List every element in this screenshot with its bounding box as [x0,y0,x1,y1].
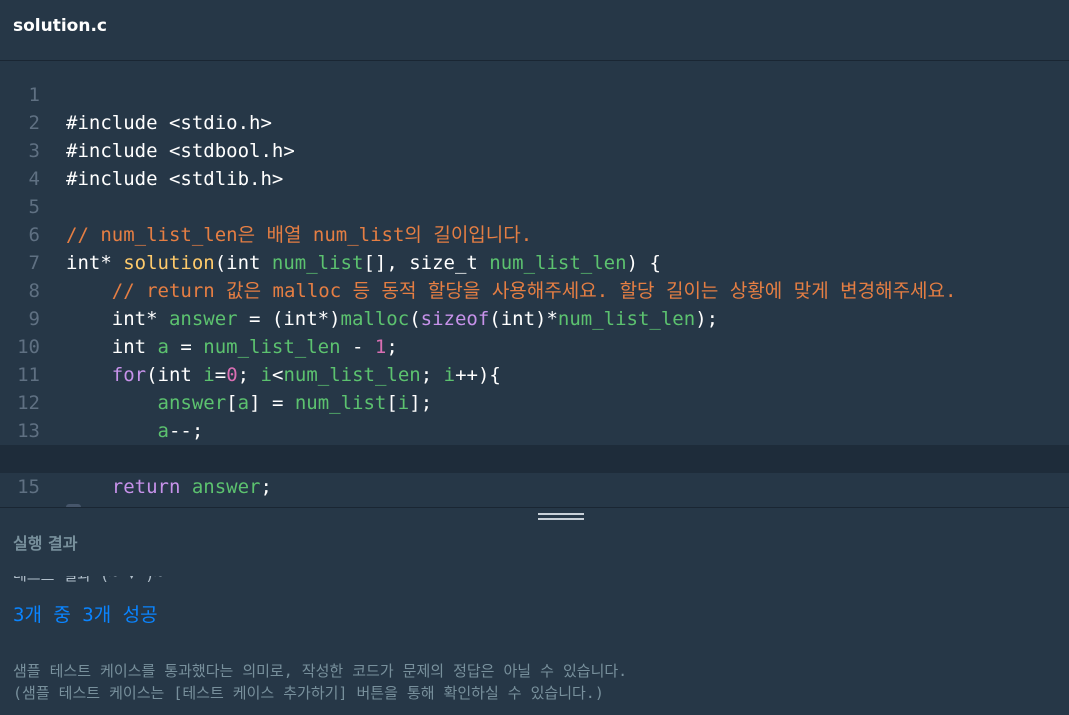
code-line[interactable]: 7 // return 값은 malloc 등 동적 할당을 사용해주세요. 할… [0,221,1069,302]
code-line[interactable]: 5 // num_list_len은 배열 num_list의 길이입니다. [0,165,1069,246]
code-lines[interactable]: 1 #include <stdio.h> 2 #include <stdbool… [0,69,1069,507]
editor-header: solution.c [0,0,1069,61]
results-title: 실행 결과 [13,534,78,553]
file-name: solution.c [13,16,107,36]
code-line[interactable]: 8 int* answer = (int*)malloc(sizeof(int)… [0,249,1069,330]
code-line[interactable]: 12 a--; [0,361,1069,442]
code-line-active[interactable]: 15 } [0,445,1069,507]
code-line[interactable]: 3 #include <stdlib.h> [0,109,1069,190]
code-line[interactable]: 1 #include <stdio.h> [0,61,1069,134]
code-line[interactable]: 13 } [0,389,1069,470]
code-line[interactable]: 2 #include <stdbool.h> [0,81,1069,162]
code-editor[interactable]: 1 #include <stdio.h> 2 #include <stdbool… [0,61,1069,507]
success-summary: 3개 중 3개 성공 [13,604,158,626]
result-note: 샘플 테스트 케이스를 통과했다는 의미로, 작성한 코드가 문제의 정답은 아… [13,662,628,680]
code-text[interactable]: return answer; [66,473,272,501]
results-panel-header: 실행 결과 [0,507,1069,577]
result-note: (샘플 테스트 케이스는 [테스트 케이스 추가하기] 버튼을 통해 확인하실 … [13,684,604,702]
partial-output-line: 테스트 결과 (~˘▾˘)~ [13,576,163,585]
code-line[interactable]: 14 return answer; [0,417,1069,498]
results-output: 테스트 결과 (~˘▾˘)~ 3개 중 3개 성공 샘플 테스트 케이스를 통과… [0,576,1069,715]
code-line[interactable]: 11 answer[a] = num_list[i]; [0,333,1069,414]
code-line[interactable]: 9 int a = num_list_len - 1; [0,277,1069,358]
line-number: 15 [17,476,40,498]
code-line[interactable]: 4 [0,137,1069,190]
code-line[interactable]: 6 int* solution(int num_list[], size_t n… [0,193,1069,274]
resize-handle-icon[interactable] [538,513,584,523]
code-line[interactable]: 10 for(int i=0; i<num_list_len; i++){ [0,305,1069,386]
